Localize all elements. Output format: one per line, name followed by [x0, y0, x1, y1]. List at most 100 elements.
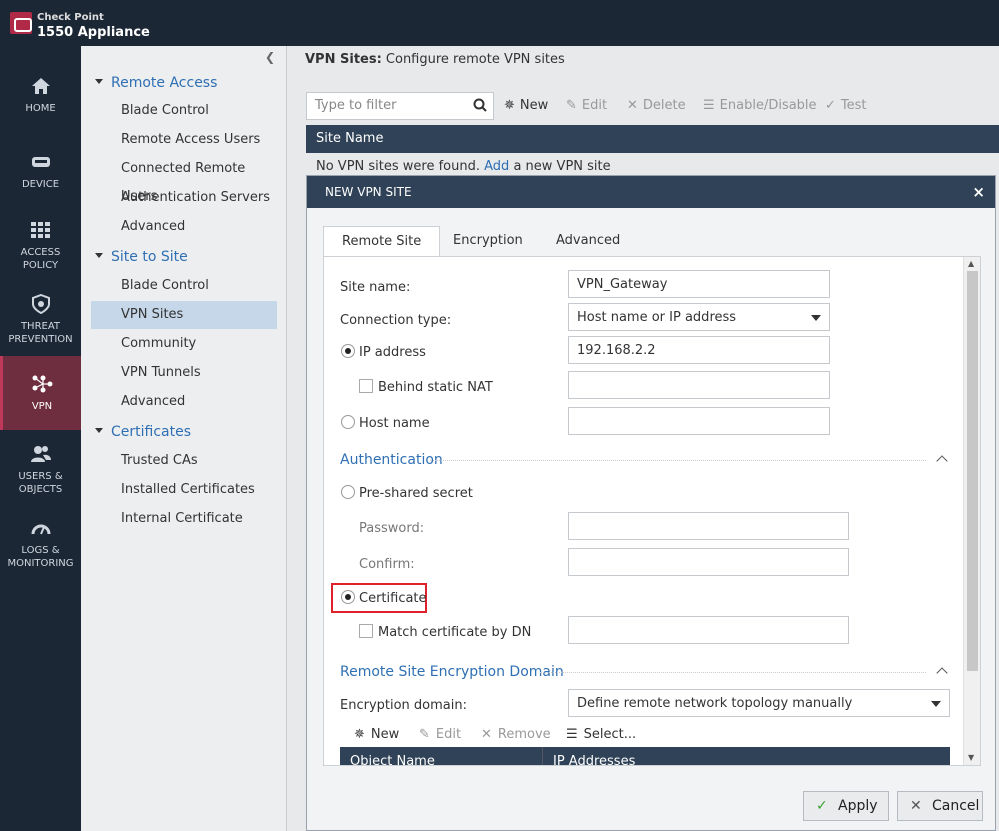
confirm-label: Confirm:: [359, 557, 415, 572]
chevron-up-icon[interactable]: [936, 455, 948, 467]
menu-item-authentication-servers[interactable]: Authentication Servers: [91, 184, 277, 212]
menu-item-vpn-sites[interactable]: VPN Sites: [91, 301, 277, 329]
home-icon: [31, 78, 50, 94]
column-divider: [542, 747, 543, 765]
nav-device[interactable]: DEVICE: [0, 152, 81, 191]
section-site-to-site[interactable]: Site to Site: [95, 249, 188, 265]
add-site-link[interactable]: Add: [484, 159, 509, 174]
menu-item-internal-certificate[interactable]: Internal Certificate: [91, 505, 277, 533]
nav-threat-prevention[interactable]: THREAT PREVENTION: [0, 294, 81, 346]
match-dn-label: Match certificate by DN: [378, 625, 532, 640]
domain-edit-button[interactable]: ✎ Edit: [419, 727, 461, 742]
ip-addresses-column-header[interactable]: IP Addresses: [553, 747, 635, 765]
close-icon[interactable]: ×: [972, 176, 985, 208]
section-remote-access[interactable]: Remote Access: [95, 75, 217, 91]
filter-input[interactable]: Type to filter: [306, 92, 494, 120]
match-dn-input[interactable]: [568, 616, 849, 644]
section-divider: [540, 672, 926, 673]
menu-item-trusted-cas[interactable]: Trusted CAs: [91, 447, 277, 475]
host-name-radio[interactable]: [341, 415, 355, 429]
encryption-domain-select[interactable]: Define remote network topology manually: [568, 689, 950, 717]
scrollbar-thumb[interactable]: [967, 271, 978, 671]
left-nav: HOME DEVICE ACCESS POLICY THREAT PREVENT…: [0, 46, 81, 831]
ip-address-label: IP address: [359, 345, 426, 360]
pre-shared-secret-radio[interactable]: [341, 485, 355, 499]
tab-encryption[interactable]: Encryption: [435, 226, 541, 256]
connection-type-label: Connection type:: [340, 313, 452, 328]
gauge-icon: [31, 524, 50, 535]
cancel-button[interactable]: ✕ Cancel: [897, 791, 983, 821]
password-input[interactable]: [568, 512, 849, 540]
menu-item-community[interactable]: Community: [91, 330, 277, 358]
menu-item-remote-access-users[interactable]: Remote Access Users: [91, 126, 277, 154]
delete-site-button[interactable]: ✕ Delete: [627, 98, 686, 113]
nat-ip-input[interactable]: [568, 371, 830, 399]
menu-item-ra-blade-control[interactable]: Blade Control: [91, 97, 277, 125]
menu-item-s2s-advanced[interactable]: Advanced: [91, 388, 277, 416]
close-x-icon: ✕: [910, 798, 922, 814]
ip-address-radio[interactable]: [341, 344, 355, 358]
scroll-down-icon[interactable]: ▼: [968, 753, 974, 762]
behind-static-nat-checkbox[interactable]: [359, 379, 373, 393]
pre-shared-secret-label: Pre-shared secret: [359, 486, 473, 501]
nav-users-objects[interactable]: USERS & OBJECTS: [0, 444, 81, 496]
grid-icon: [30, 222, 50, 238]
host-name-label: Host name: [359, 416, 430, 431]
tab-advanced[interactable]: Advanced: [538, 226, 638, 256]
ip-address-input[interactable]: 192.168.2.2: [568, 336, 830, 364]
host-name-input[interactable]: [568, 407, 830, 435]
collapse-menu-icon[interactable]: ❮: [265, 50, 275, 64]
new-site-button[interactable]: ✵ New: [504, 98, 548, 113]
menu-item-s2s-blade-control[interactable]: Blade Control: [91, 272, 277, 300]
domain-select-button[interactable]: ☰ Select...: [566, 727, 636, 742]
scroll-up-icon[interactable]: ▲: [968, 259, 974, 268]
tab-remote-site[interactable]: Remote Site: [323, 226, 441, 256]
enable-disable-button[interactable]: ☰ Enable/Disable: [703, 98, 817, 113]
caret-down-icon: [95, 78, 103, 84]
brand-line2: 1550 Appliance: [37, 25, 150, 40]
nav-logs-monitoring[interactable]: LOGS & MONITORING: [0, 518, 81, 570]
nav-logs-label2: MONITORING: [7, 558, 74, 569]
menu-item-installed-certificates[interactable]: Installed Certificates: [91, 476, 277, 504]
menu-item-vpn-tunnels[interactable]: VPN Tunnels: [91, 359, 277, 387]
password-label: Password:: [359, 521, 425, 536]
authentication-section-title[interactable]: Authentication: [340, 452, 443, 468]
users-icon: [30, 446, 51, 462]
pencil-icon: ✎: [419, 727, 430, 742]
shield-icon: [31, 294, 50, 314]
certificate-radio[interactable]: [341, 590, 355, 604]
top-bar: Check Point 1550 Appliance: [0, 0, 999, 46]
check-test-icon: ✓: [825, 98, 836, 113]
apply-button[interactable]: ✓ Apply: [803, 791, 889, 821]
nav-home[interactable]: HOME: [0, 76, 81, 115]
edit-site-button[interactable]: ✎ Edit: [566, 98, 607, 113]
domain-grid-header: Object Name IP Addresses: [340, 747, 950, 765]
nav-users-label2: OBJECTS: [18, 484, 63, 495]
match-dn-checkbox[interactable]: [359, 624, 373, 638]
search-icon[interactable]: [473, 98, 487, 112]
chevron-up-icon[interactable]: [936, 667, 948, 679]
menu-item-ra-advanced[interactable]: Advanced: [91, 213, 277, 241]
delete-x-icon: ✕: [627, 98, 638, 113]
object-name-column-header[interactable]: Object Name: [350, 747, 435, 765]
checkmark-icon: ✓: [816, 798, 828, 814]
site-name-input[interactable]: VPN_Gateway: [568, 270, 830, 298]
test-button[interactable]: ✓ Test: [825, 98, 867, 113]
section-certificates[interactable]: Certificates: [95, 424, 191, 440]
encryption-domain-section-title[interactable]: Remote Site Encryption Domain: [340, 664, 564, 680]
nav-vpn[interactable]: VPN: [0, 356, 81, 430]
dialog-scrollbar[interactable]: ▲ ▼: [963, 257, 980, 765]
nav-vpn-label: VPN: [31, 401, 53, 412]
connection-type-select[interactable]: Host name or IP address: [568, 303, 830, 331]
page-title: VPN Sites: Configure remote VPN sites: [305, 52, 565, 67]
caret-down-icon: [95, 427, 103, 433]
nav-access-policy[interactable]: ACCESS POLICY: [0, 220, 81, 272]
domain-remove-button[interactable]: ✕ Remove: [481, 727, 551, 742]
site-name-column-header[interactable]: Site Name: [306, 125, 999, 153]
nav-device-label: DEVICE: [21, 179, 60, 190]
confirm-input[interactable]: [568, 548, 849, 576]
brand-line1: Check Point: [37, 12, 104, 23]
check-point-logo-icon: [10, 12, 32, 34]
domain-new-button[interactable]: ✵ New: [354, 727, 399, 742]
menu-item-connected-remote-users[interactable]: Connected Remote Users: [91, 155, 277, 204]
